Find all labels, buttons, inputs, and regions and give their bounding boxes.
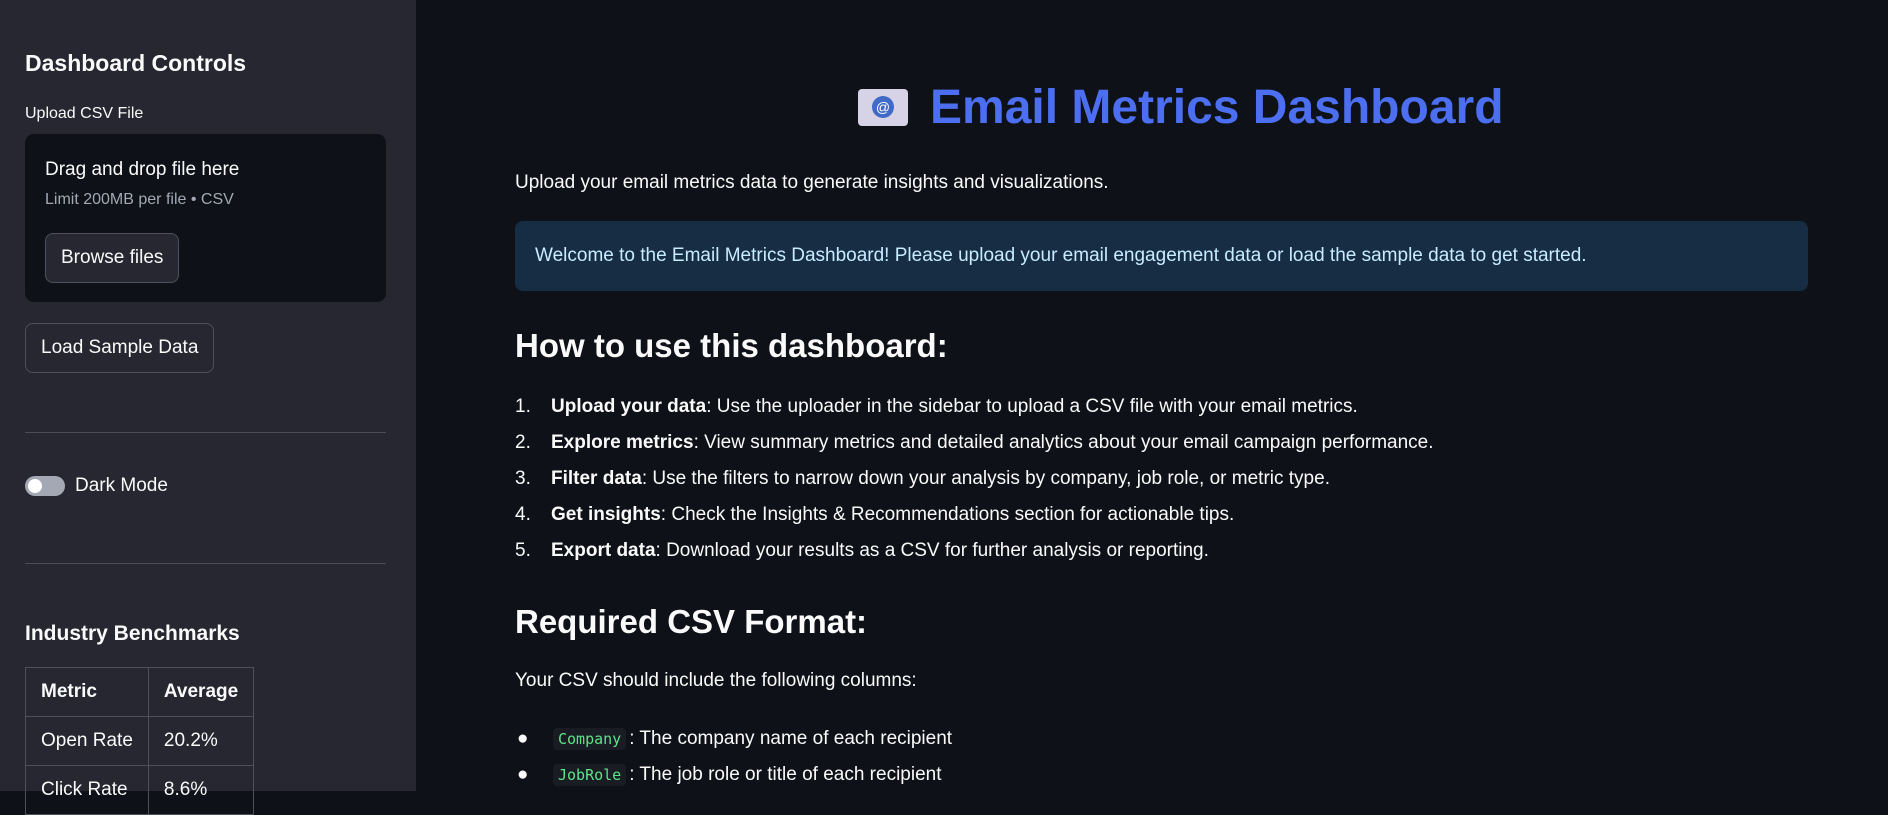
step-bold: Filter data bbox=[551, 468, 642, 489]
dark-mode-label: Dark Mode bbox=[75, 475, 168, 496]
step-text: : Download your results as a CSV for fur… bbox=[655, 540, 1209, 561]
csv-format-heading: Required CSV Format: bbox=[515, 603, 868, 640]
step-bold: Explore metrics bbox=[551, 432, 694, 453]
table-header-cell: Average bbox=[147, 667, 255, 717]
table-cell: 20.2% bbox=[147, 716, 255, 766]
sidebar-divider bbox=[25, 563, 386, 564]
dark-mode-toggle-row[interactable]: Dark Mode bbox=[25, 475, 168, 497]
page-title-row: @ Email Metrics Dashboard bbox=[858, 80, 1504, 135]
browse-files-button[interactable]: Browse files bbox=[45, 233, 180, 283]
table-row: Open Rate 20.2% bbox=[25, 716, 255, 766]
benchmarks-title: Industry Benchmarks bbox=[25, 622, 240, 645]
step-number: 5. bbox=[515, 540, 531, 561]
info-alert: Welcome to the Email Metrics Dashboard! … bbox=[515, 221, 1808, 291]
table-cell: 8.6% bbox=[147, 765, 255, 815]
howto-heading: How to use this dashboard: bbox=[515, 327, 948, 364]
at-sign-icon: @ bbox=[872, 96, 894, 118]
benchmarks-table: Metric Average Open Rate 20.2% Click Rat… bbox=[25, 667, 255, 815]
page-title: Email Metrics Dashboard bbox=[930, 81, 1504, 134]
table-header-cell: Metric bbox=[25, 667, 149, 717]
file-dropzone[interactable]: Drag and drop file here Limit 200MB per … bbox=[25, 134, 386, 302]
dropzone-limit: Limit 200MB per file • CSV bbox=[45, 191, 234, 208]
howto-steps: 1. Upload your data: Use the uploader in … bbox=[515, 396, 1434, 576]
step-text: : Use the filters to narrow down your an… bbox=[641, 468, 1330, 489]
table-cell: Click Rate bbox=[25, 765, 149, 815]
step-bold: Export data bbox=[551, 540, 656, 561]
column-description: : The company name of each recipient bbox=[629, 728, 953, 749]
sidebar-title: Dashboard Controls bbox=[25, 50, 247, 76]
column-description: : The job role or title of each recipien… bbox=[629, 764, 942, 785]
sidebar: Dashboard Controls Upload CSV File Drag … bbox=[0, 0, 416, 815]
bullet-icon: ● bbox=[517, 728, 529, 749]
step-text: : Check the Insights & Recommendations s… bbox=[660, 504, 1235, 525]
list-item: 3. Filter data: Use the filters to narrow… bbox=[515, 468, 1434, 504]
info-alert-text: Welcome to the Email Metrics Dashboard! … bbox=[535, 245, 1587, 266]
list-item: 1. Upload your data: Use the uploader in … bbox=[515, 396, 1434, 432]
bullet-icon: ● bbox=[517, 764, 529, 785]
dropzone-title: Drag and drop file here bbox=[45, 159, 240, 180]
table-row: Click Rate 8.6% bbox=[25, 765, 255, 815]
main-content: @ Email Metrics Dashboard Upload your em… bbox=[416, 0, 1888, 791]
csv-columns-list: ● Company: The company name of each recip… bbox=[515, 721, 952, 793]
step-number: 3. bbox=[515, 468, 531, 489]
list-item: ● Company: The company name of each recip… bbox=[515, 721, 952, 757]
load-sample-data-button[interactable]: Load Sample Data bbox=[25, 323, 215, 373]
intro-text: Upload your email metrics data to genera… bbox=[515, 172, 1109, 193]
step-number: 1. bbox=[515, 396, 531, 417]
dark-mode-toggle[interactable] bbox=[25, 476, 65, 496]
step-text: : Use the uploader in the sidebar to upl… bbox=[706, 396, 1358, 417]
email-icon: @ bbox=[858, 89, 908, 126]
column-code: Company bbox=[553, 728, 627, 750]
list-item: ● JobRole: The job role or title of each … bbox=[515, 757, 952, 793]
upload-label: Upload CSV File bbox=[25, 105, 144, 122]
list-item: 2. Explore metrics: View summary metrics … bbox=[515, 432, 1434, 468]
table-cell: Open Rate bbox=[25, 716, 149, 766]
step-number: 2. bbox=[515, 432, 531, 453]
step-number: 4. bbox=[515, 504, 531, 525]
list-item: 4. Get insights: Check the Insights & Rec… bbox=[515, 504, 1434, 540]
csv-intro-text: Your CSV should include the following co… bbox=[515, 670, 917, 691]
step-bold: Get insights bbox=[551, 504, 661, 525]
list-item: 5. Export data: Download your results as … bbox=[515, 540, 1434, 576]
table-header-row: Metric Average bbox=[25, 667, 255, 717]
column-code: JobRole bbox=[553, 764, 627, 786]
step-text: : View summary metrics and detailed anal… bbox=[693, 432, 1434, 453]
sidebar-divider bbox=[25, 432, 386, 433]
step-bold: Upload your data bbox=[551, 396, 707, 417]
toggle-knob bbox=[28, 479, 42, 493]
